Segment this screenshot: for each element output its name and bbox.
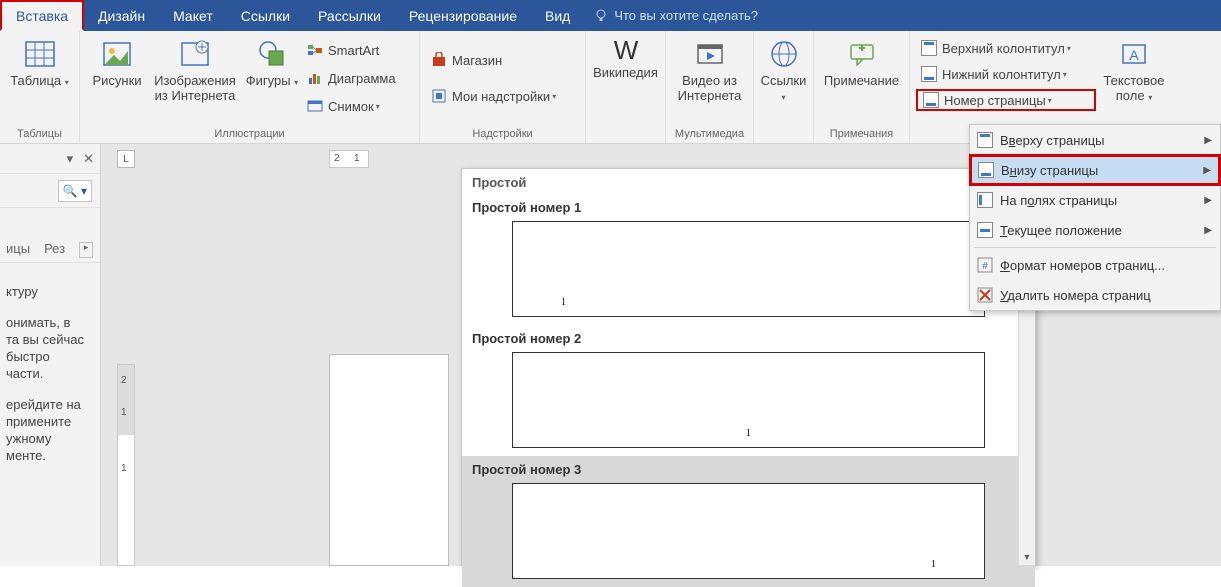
tab-view[interactable]: Вид	[531, 0, 584, 31]
gallery-item[interactable]: Простой номер 3 1	[462, 456, 1035, 587]
table-button[interactable]: Таблица ▾	[6, 35, 73, 90]
page-number-menu: Вверху страницы ▶ Внизу страницы ▶ На по…	[969, 124, 1221, 311]
online-picture-icon	[178, 37, 212, 71]
gallery-item[interactable]: Простой номер 1 1	[462, 194, 1035, 325]
comment-icon	[845, 37, 879, 71]
tab-layout[interactable]: Макет	[159, 0, 227, 31]
online-pictures-button[interactable]: Изображения из Интернета	[148, 35, 242, 103]
tell-me[interactable]: Что вы хотите сделать?	[584, 0, 758, 31]
store-button[interactable]: Магазин	[426, 49, 560, 71]
wikipedia-icon: W	[609, 37, 643, 63]
shapes-button[interactable]: Фигуры ▾	[242, 35, 302, 90]
footer-icon	[920, 66, 938, 82]
footer-button[interactable]: Нижний колонтитул ▾	[916, 63, 1096, 85]
vertical-ruler[interactable]: 2 1 1	[117, 364, 135, 566]
submenu-arrow-icon: ▶	[1204, 195, 1212, 206]
my-addins-button[interactable]: Мои надстройки ▾	[426, 85, 560, 107]
nav-search-input[interactable]: 🔍 ▾	[58, 180, 92, 202]
video-icon	[693, 37, 727, 71]
group-illustrations-label: Иллюстрации	[86, 126, 413, 143]
submenu-arrow-icon: ▶	[1203, 165, 1211, 176]
page-bottom-icon	[971, 162, 1001, 178]
store-icon	[430, 52, 448, 68]
group-comments-label: Примечания	[820, 126, 903, 143]
page-top-icon	[970, 132, 1000, 148]
nav-tab-more[interactable]: ▸	[79, 242, 93, 258]
svg-text:A: A	[1129, 47, 1139, 63]
gallery-preview: 1	[512, 483, 985, 579]
tab-references[interactable]: Ссылки	[227, 0, 304, 31]
tab-design[interactable]: Дизайн	[84, 0, 159, 31]
format-icon: #	[970, 257, 1000, 273]
gallery-category: Простой	[462, 169, 1035, 194]
nav-item[interactable]: онимать, в та вы сейчас быстро части.	[6, 314, 94, 382]
gallery-preview: 1	[512, 352, 985, 448]
textbox-button[interactable]: A Текстовое поле ▾	[1096, 35, 1172, 105]
tab-review[interactable]: Рецензирование	[395, 0, 531, 31]
page-number-icon	[922, 92, 940, 108]
gallery-preview: 1	[512, 221, 985, 317]
comment-button[interactable]: Примечание	[820, 35, 903, 88]
nav-item[interactable]: ктуру	[6, 283, 94, 300]
online-video-button[interactable]: Видео из Интернета	[672, 35, 747, 103]
wikipedia-button[interactable]: W Википедия	[592, 35, 659, 80]
page-number-button[interactable]: Номер страницы ▾	[916, 89, 1096, 111]
tab-mailings[interactable]: Рассылки	[304, 0, 395, 31]
ribbon-tabs: Вставка Дизайн Макет Ссылки Рассылки Рец…	[0, 0, 1221, 31]
svg-text:W: W	[613, 37, 638, 63]
document-page[interactable]	[329, 354, 449, 566]
chart-icon	[306, 70, 324, 86]
tell-me-label: Что вы хотите сделать?	[614, 8, 758, 23]
page-margin-icon	[970, 192, 1000, 208]
tab-selector[interactable]: L	[117, 150, 135, 168]
nav-tab-results[interactable]: Рез	[44, 241, 65, 262]
link-icon	[767, 37, 801, 71]
table-icon	[23, 37, 57, 71]
menu-remove-page-numbers[interactable]: Удалить номера страниц	[970, 280, 1220, 310]
smartart-icon	[306, 42, 324, 58]
group-addins-label: Надстройки	[426, 126, 579, 143]
submenu-arrow-icon: ▶	[1204, 135, 1212, 146]
lightbulb-icon	[594, 9, 608, 23]
header-icon	[920, 40, 938, 56]
screenshot-icon	[306, 98, 324, 114]
screenshot-button[interactable]: Снимок▾	[302, 95, 412, 117]
textbox-icon: A	[1117, 37, 1151, 71]
menu-separator	[974, 247, 1216, 248]
menu-top-of-page[interactable]: Вверху страницы ▶	[970, 125, 1220, 155]
submenu-arrow-icon: ▶	[1204, 225, 1212, 236]
nav-close-icon[interactable]: ✕	[83, 151, 94, 167]
svg-text:#: #	[982, 261, 988, 272]
page-number-gallery: ▲ ▼ Простой Простой номер 1 1 Простой но…	[461, 168, 1036, 566]
group-media-label: Мультимедиа	[672, 126, 747, 143]
picture-icon	[100, 37, 134, 71]
group-tables-label: Таблицы	[6, 126, 73, 143]
remove-icon	[970, 287, 1000, 303]
tab-insert[interactable]: Вставка	[0, 0, 84, 31]
smartart-button[interactable]: SmartArt	[302, 39, 412, 61]
links-button[interactable]: Ссылки▾	[760, 35, 807, 105]
navigation-pane: ▾ ✕ 🔍 ▾ ицы Рез ▸ ктуру онимать, в та вы…	[0, 144, 101, 566]
header-button[interactable]: Верхний колонтитул ▾	[916, 37, 1096, 59]
horizontal-ruler[interactable]: 2 1	[329, 150, 369, 168]
gallery-item[interactable]: Простой номер 2 1	[462, 325, 1035, 456]
pictures-button[interactable]: Рисунки	[86, 35, 148, 88]
shapes-icon	[255, 37, 289, 71]
scroll-down-icon[interactable]: ▼	[1019, 548, 1035, 565]
menu-page-margins[interactable]: На полях страницы ▶	[970, 185, 1220, 215]
chart-button[interactable]: Диаграмма	[302, 67, 412, 89]
nav-dropdown-icon[interactable]: ▾	[67, 151, 74, 167]
menu-bottom-of-page[interactable]: Внизу страницы ▶	[970, 155, 1220, 185]
document-area: L 2 1 2 1 1 ▲ ▼ Простой Простой номер 1 …	[101, 144, 1221, 566]
menu-format-page-numbers[interactable]: # Формат номеров страниц...	[970, 250, 1220, 280]
nav-item[interactable]: ерейдите на примените ужному менте.	[6, 396, 94, 464]
addins-icon	[430, 88, 448, 104]
menu-current-position[interactable]: Текущее положение ▶	[970, 215, 1220, 245]
page-current-icon	[970, 222, 1000, 238]
nav-tab-headings[interactable]: ицы	[6, 241, 30, 262]
